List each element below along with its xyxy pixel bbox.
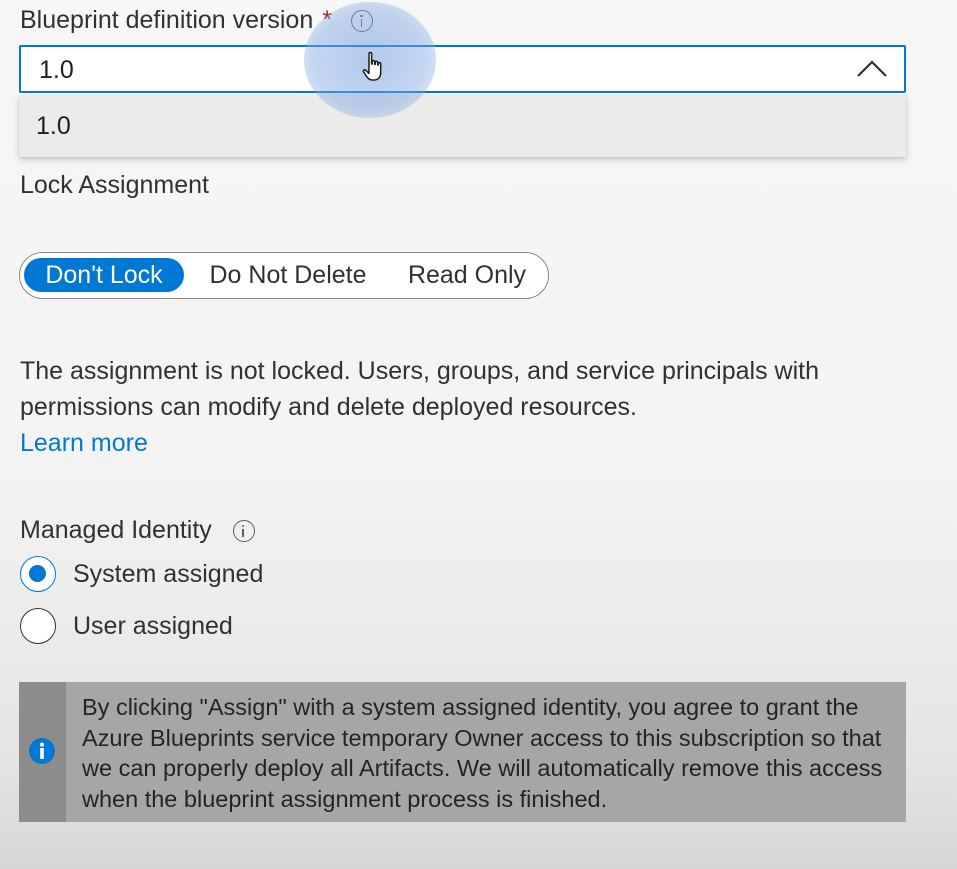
blueprint-version-dropdown[interactable]: 1.0 xyxy=(19,45,906,93)
info-icon[interactable] xyxy=(232,520,255,542)
info-icon[interactable] xyxy=(350,10,373,32)
info-notice: By clicking "Assign" with a system assig… xyxy=(19,682,906,822)
info-filled-icon xyxy=(29,738,55,764)
dropdown-options-list: 1.0 xyxy=(19,95,906,157)
blueprint-version-label: Blueprint definition version * xyxy=(20,4,373,36)
chevron-up-icon[interactable] xyxy=(854,54,890,84)
managed-identity-label-text: Managed Identity xyxy=(20,516,212,544)
learn-more-link[interactable]: Learn more xyxy=(20,425,148,461)
required-marker: * xyxy=(322,6,332,34)
notice-text: By clicking "Assign" with a system assig… xyxy=(82,694,883,812)
radio-button-checked[interactable] xyxy=(20,556,56,592)
radio-user-assigned[interactable]: User assigned xyxy=(20,608,233,644)
blueprint-version-label-text: Blueprint definition version xyxy=(20,6,314,34)
segment-read-only[interactable]: Read Only xyxy=(400,258,534,292)
segment-do-not-delete[interactable]: Do Not Delete xyxy=(196,258,380,292)
radio-system-assigned[interactable]: System assigned xyxy=(20,556,263,592)
managed-identity-label: Managed Identity xyxy=(20,514,255,546)
radio-button[interactable] xyxy=(20,608,56,644)
radio-label: User assigned xyxy=(73,612,233,640)
radio-label: System assigned xyxy=(73,560,264,588)
dropdown-selected-value: 1.0 xyxy=(39,56,74,84)
lock-description: The assignment is not locked. Users, gro… xyxy=(20,357,819,421)
segment-dont-lock[interactable]: Don't Lock xyxy=(24,258,184,292)
dropdown-option[interactable]: 1.0 xyxy=(19,95,906,157)
lock-assignment-toggle: Don't Lock Do Not Delete Read Only xyxy=(19,252,549,299)
lock-assignment-label: Lock Assignment xyxy=(20,171,209,199)
